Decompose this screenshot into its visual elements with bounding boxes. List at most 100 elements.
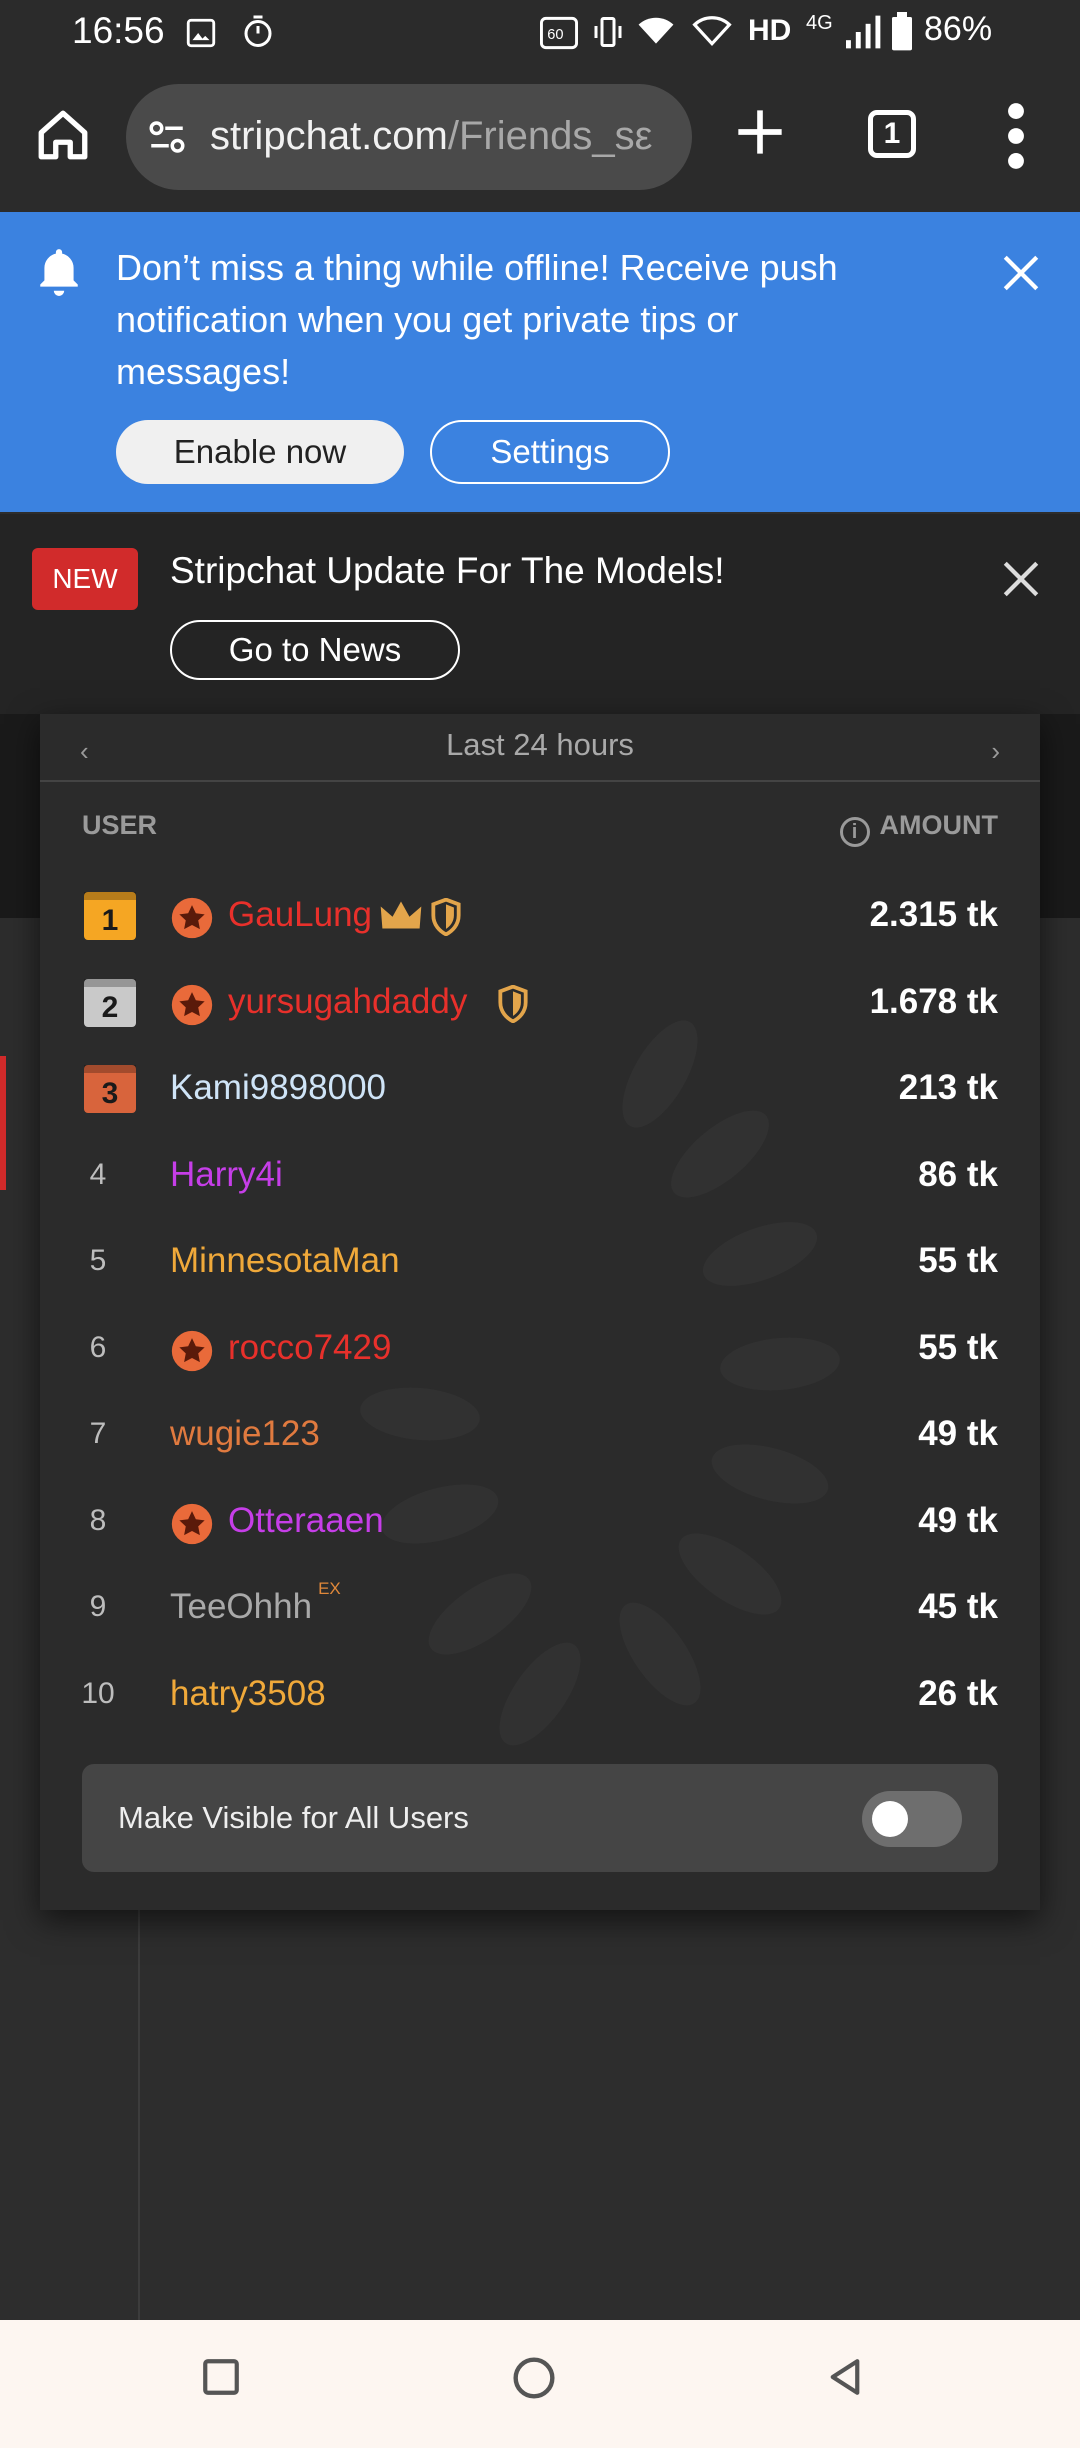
leaderboard-panel: ‹ Last 24 hours › USER i AMOUNT 1 GauLung 2… <box>40 714 1040 1910</box>
leaderboard-row[interactable]: 1 GauLung 2.315 tk <box>40 872 1040 958</box>
username[interactable]: Harry4i <box>170 1132 283 1218</box>
battery-percent: 86% <box>924 10 993 48</box>
username-text: wugie123 <box>170 1414 320 1453</box>
recents-icon[interactable] <box>200 2356 242 2398</box>
status-bar: 16:56 60 HD 4G 86% <box>0 0 1080 66</box>
username[interactable]: rocco7429 <box>228 1305 391 1391</box>
leaderboard-row[interactable]: 3 Kami9898000 213 tk <box>40 1045 1040 1131</box>
timer-icon <box>244 15 272 47</box>
username[interactable]: yursugahdaddy <box>228 959 467 1045</box>
amount-value: 2.315 tk <box>869 895 998 934</box>
star-badge-icon <box>171 1503 213 1544</box>
url-text[interactable]: stripchat.com/Friends_sε <box>210 114 652 159</box>
push-notification-banner: Don’t miss a thing while offline! Receiv… <box>0 212 1080 512</box>
username[interactable]: Otteraaen <box>228 1478 384 1564</box>
amount-value: 26 tk <box>918 1673 998 1713</box>
system-nav-bar <box>0 2320 1080 2448</box>
more-menu-icon[interactable] <box>1000 102 1032 170</box>
username[interactable]: TeeOhhh EX <box>170 1564 341 1650</box>
network-type: HD <box>748 14 792 47</box>
wifi-calling-icon <box>692 16 732 47</box>
column-header-user: USER <box>82 810 158 840</box>
amount-value: 86 tk <box>918 1154 998 1194</box>
signal-icon <box>846 15 881 49</box>
tab-switcher-button[interactable]: 1 <box>868 110 916 158</box>
news-banner: NEW Stripchat Update For The Models! Go … <box>0 514 1080 714</box>
leaderboard-row[interactable]: 4 Harry4i 86 tk <box>40 1132 1040 1218</box>
info-icon[interactable]: i <box>839 817 870 847</box>
leaderboard-row[interactable]: 9 TeeOhhh EX 45 tk <box>40 1564 1040 1650</box>
column-header-amount: i AMOUNT <box>839 810 998 847</box>
page-divider <box>138 1900 140 2320</box>
amount-value: 1.678 tk <box>869 981 998 1021</box>
rank-number: 8 <box>89 1503 107 1537</box>
leaderboard-row[interactable]: 10 hatry3508 26 tk <box>40 1651 1040 1737</box>
rank-number: 2 <box>102 991 119 1024</box>
username[interactable]: Kami9898000 <box>170 1045 386 1131</box>
rank-medal-icon: 2 <box>84 978 136 1027</box>
username-text: Harry4i <box>170 1154 283 1194</box>
username-text: hatry3508 <box>170 1673 326 1713</box>
settings-button[interactable]: Settings <box>430 420 670 484</box>
ex-badge: EX <box>318 1579 341 1598</box>
username[interactable]: wugie123 <box>170 1391 320 1477</box>
star-badge-icon <box>171 984 213 1025</box>
close-icon[interactable] <box>1000 558 1042 600</box>
wifi-icon <box>638 17 674 44</box>
divider <box>40 780 1040 782</box>
username[interactable]: MinnesotaMan <box>170 1218 400 1304</box>
visibility-toggle[interactable] <box>862 1791 962 1847</box>
chevron-right-icon[interactable]: › <box>991 720 1000 782</box>
rank-medal-icon: 1 <box>84 892 136 940</box>
visibility-setting: Make Visible for All Users <box>82 1764 998 1872</box>
shield-icon <box>430 898 461 936</box>
go-to-news-button[interactable]: Go to News <box>170 620 460 680</box>
crown-icon <box>380 901 421 929</box>
period-label: Last 24 hours <box>446 727 634 762</box>
visibility-label: Make Visible for All Users <box>118 1800 469 1835</box>
rank-number: 5 <box>89 1244 107 1277</box>
close-icon[interactable] <box>1000 252 1042 294</box>
leaderboard-row[interactable]: 8 Otteraaen 49 tk <box>40 1478 1040 1564</box>
battery-icon <box>892 12 912 51</box>
browser-toolbar: stripchat.com/Friends_sε 1 <box>0 66 1080 212</box>
username-text: GauLung <box>228 895 373 934</box>
push-message: Don’t miss a thing while offline! Receiv… <box>116 247 838 392</box>
leaderboard-row[interactable]: 2 yursugahdaddy 1.678 tk <box>40 959 1040 1045</box>
shield-icon <box>497 984 528 1023</box>
chevron-left-icon[interactable]: ‹ <box>80 720 89 782</box>
news-title: Stripchat Update For The Models! <box>170 550 725 591</box>
username-text: rocco7429 <box>228 1327 392 1367</box>
leaderboard-row[interactable]: 7 wugie123 49 tk <box>40 1391 1040 1477</box>
rank-number: 7 <box>89 1417 107 1450</box>
toggle-knob <box>872 1801 908 1837</box>
back-icon[interactable] <box>824 2356 866 2398</box>
svg-text:60: 60 <box>547 27 563 43</box>
username-text: Kami9898000 <box>170 1068 386 1107</box>
new-tab-icon[interactable] <box>734 106 786 158</box>
address-bar[interactable]: stripchat.com/Friends_sε <box>126 84 692 190</box>
leaderboard-row[interactable]: 6 rocco7429 55 tk <box>40 1305 1040 1391</box>
rank-medal-icon: 3 <box>84 1065 136 1113</box>
username-text: MinnesotaMan <box>170 1241 400 1280</box>
amount-value: 45 tk <box>918 1587 998 1626</box>
amount-value: 213 tk <box>898 1068 998 1107</box>
star-badge-icon <box>171 1330 213 1371</box>
enable-now-button[interactable]: Enable now <box>116 420 404 484</box>
username-text: TeeOhhh <box>170 1587 313 1626</box>
rank-number: 6 <box>89 1330 107 1364</box>
username[interactable]: hatry3508 <box>170 1651 326 1737</box>
column-header-amount-label: AMOUNT <box>879 810 998 840</box>
period-selector[interactable]: ‹ Last 24 hours › <box>40 714 1040 782</box>
site-settings-icon[interactable] <box>146 116 188 158</box>
username[interactable]: GauLung <box>228 872 372 958</box>
home-icon[interactable] <box>34 106 92 164</box>
url-path: /Friends_sε <box>447 114 653 158</box>
leaderboard-row[interactable]: 5 MinnesotaMan 55 tk <box>40 1218 1040 1304</box>
rank-number: 9 <box>89 1590 107 1623</box>
rank-number: 1 <box>102 904 119 937</box>
amount-value: 55 tk <box>918 1327 998 1367</box>
rank-number: 4 <box>89 1157 107 1191</box>
home-nav-icon[interactable] <box>512 2356 556 2400</box>
url-host: stripchat.com <box>210 114 448 158</box>
